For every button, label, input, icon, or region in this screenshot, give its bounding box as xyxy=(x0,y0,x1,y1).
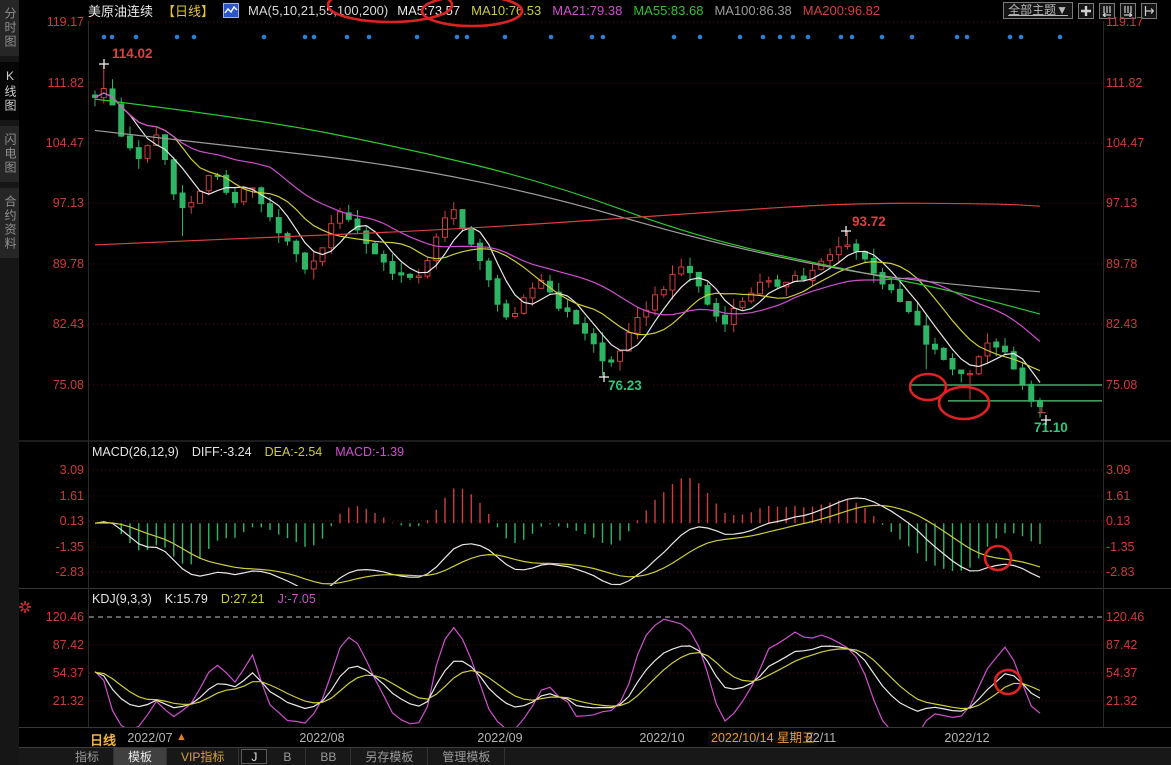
y-axis-label: 87.42 xyxy=(1106,638,1168,652)
y-axis-label: 119.17 xyxy=(1106,15,1168,29)
y-axis-label: 104.47 xyxy=(18,136,84,150)
bottom-tab-J[interactable]: J xyxy=(241,749,267,764)
labels-layer: MACD(26,12,9) DIFF:-3.24 DEA:-2.54 MACD:… xyxy=(0,0,1171,765)
y-axis-label: 3.09 xyxy=(1106,463,1168,477)
bottom-tab-模板[interactable]: 模板 xyxy=(114,748,167,765)
y-axis-label: 120.46 xyxy=(18,610,84,624)
x-axis-date-label: 2022/09 xyxy=(430,731,570,746)
bottom-tab-B[interactable]: B xyxy=(269,748,306,765)
price-annotation: 76.23 xyxy=(608,378,642,393)
macd-macd-value: MACD:-1.39 xyxy=(335,445,404,459)
y-axis-label: 82.43 xyxy=(1106,317,1168,331)
timeframe-arrow-icon[interactable]: ▲ xyxy=(176,731,187,743)
y-axis-label: 75.08 xyxy=(1106,378,1168,392)
x-axis-date-label: 22/11 xyxy=(751,731,891,746)
bottom-tab-VIP指标[interactable]: VIP指标 xyxy=(167,748,239,765)
x-axis-date-label: 2022/12 xyxy=(897,731,1037,746)
y-axis-label: 119.17 xyxy=(18,15,84,29)
y-axis-label: 75.08 xyxy=(18,378,84,392)
y-axis-label: 54.37 xyxy=(18,666,84,680)
bottom-tab-另存模板[interactable]: 另存模板 xyxy=(351,748,428,765)
price-annotation: 93.72 xyxy=(852,214,886,229)
bottom-tab-bar: 指标模板VIP指标JBBB另存模板管理模板 xyxy=(19,747,1171,765)
y-axis-label: 0.13 xyxy=(1106,514,1168,528)
x-axis-date-label: 2022/08 xyxy=(252,731,392,746)
y-axis-label: 3.09 xyxy=(18,463,84,477)
macd-dea-value: DEA:-2.54 xyxy=(265,445,323,459)
y-axis-label: 97.13 xyxy=(18,196,84,210)
y-axis-label: 89.78 xyxy=(1106,257,1168,271)
macd-indicator-header: MACD(26,12,9) DIFF:-3.24 DEA:-2.54 MACD:… xyxy=(92,445,404,459)
y-axis-label: 1.61 xyxy=(1106,489,1168,503)
y-axis-label: -1.35 xyxy=(1106,540,1168,554)
macd-diff-value: DIFF:-3.24 xyxy=(192,445,252,459)
perpendicular-mark: ⊥ xyxy=(1037,403,1047,416)
y-axis-label: 97.13 xyxy=(1106,196,1168,210)
y-axis-label: 87.42 xyxy=(18,638,84,652)
macd-title: MACD(26,12,9) xyxy=(92,445,179,459)
kdj-j-value: J:-7.05 xyxy=(278,592,316,606)
y-axis-label: 120.46 xyxy=(1106,610,1168,624)
kdj-k-value: K:15.79 xyxy=(165,592,208,606)
kdj-title: KDJ(9,3,3) xyxy=(92,592,152,606)
y-axis-label: 54.37 xyxy=(1106,666,1168,680)
y-axis-label: 111.82 xyxy=(18,76,84,90)
price-annotation: 71.10 xyxy=(1034,420,1068,435)
y-axis-label: 21.32 xyxy=(18,694,84,708)
bottom-tab-管理模板[interactable]: 管理模板 xyxy=(428,748,505,765)
y-axis-label: 1.61 xyxy=(18,489,84,503)
y-axis-label: -2.83 xyxy=(18,565,84,579)
trading-app-window: 分时图K线图闪电图合约资料 美原油连续 【日线】 MA(5,10,21,55,1… xyxy=(0,0,1171,765)
kdj-d-value: D:27.21 xyxy=(221,592,265,606)
kdj-indicator-header: KDJ(9,3,3) K:15.79 D:27.21 J:-7.05 xyxy=(92,592,316,606)
y-axis-label: 82.43 xyxy=(18,317,84,331)
y-axis-label: 111.82 xyxy=(1106,76,1168,90)
y-axis-label: -2.83 xyxy=(1106,565,1168,579)
y-axis-label: 89.78 xyxy=(18,257,84,271)
price-annotation: 114.02 xyxy=(112,46,153,61)
bottom-tab-BB[interactable]: BB xyxy=(306,748,351,765)
y-axis-label: 0.13 xyxy=(18,514,84,528)
y-axis-label: 21.32 xyxy=(1106,694,1168,708)
y-axis-label: -1.35 xyxy=(18,540,84,554)
y-axis-label: 104.47 xyxy=(1106,136,1168,150)
bottom-tab-指标[interactable]: 指标 xyxy=(61,748,114,765)
